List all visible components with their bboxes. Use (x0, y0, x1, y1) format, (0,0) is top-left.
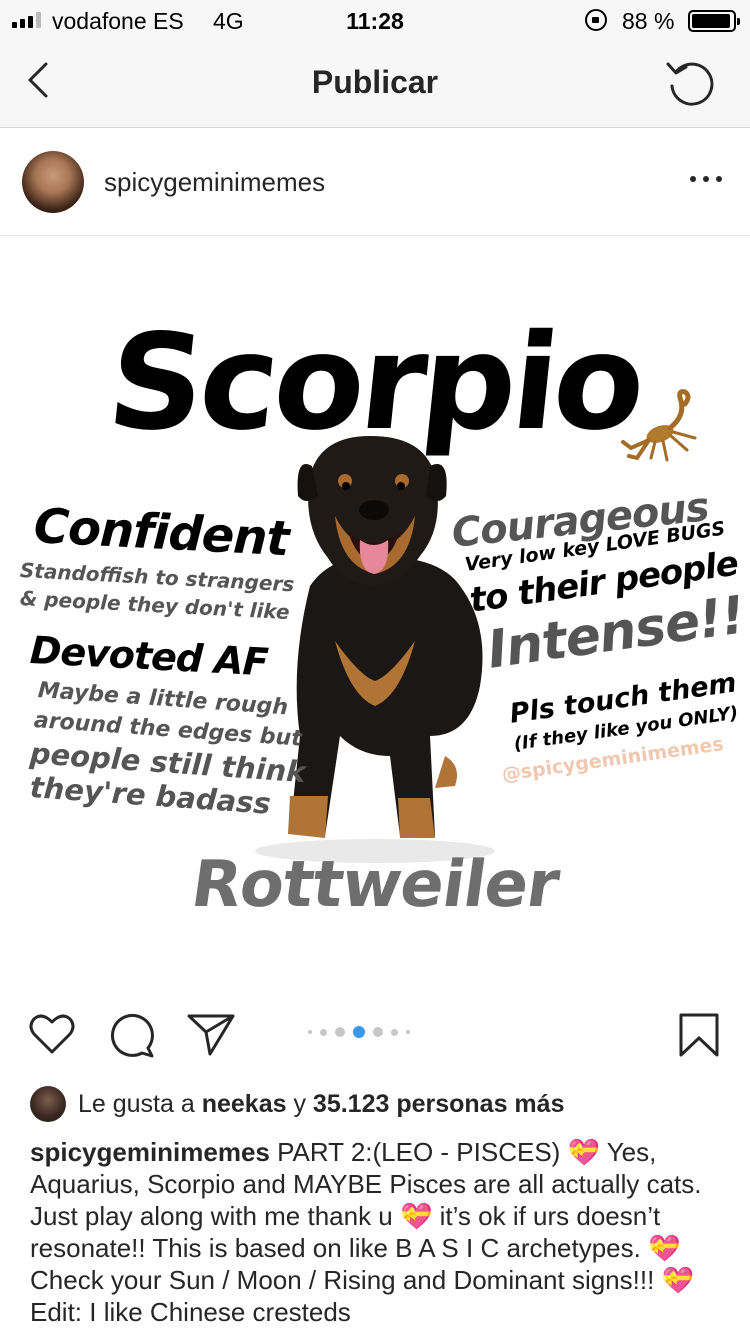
orientation-lock-icon (585, 9, 607, 31)
avatar[interactable] (22, 151, 84, 213)
navigation-bar: Publicar (0, 40, 750, 128)
trait-confident: Confident (32, 498, 290, 568)
carousel-dot (406, 1030, 410, 1034)
post-username[interactable]: spicygeminimemes (104, 167, 325, 198)
likes-text: Le gusta a neekas y 35.123 personas más (78, 1090, 564, 1119)
rottweiler-dog (255, 436, 495, 863)
battery-icon (688, 10, 740, 32)
likes-count[interactable]: 35.123 personas más (313, 1090, 565, 1118)
likes-prefix: Le gusta a (78, 1089, 195, 1118)
caption-username[interactable]: spicygeminimemes (30, 1137, 270, 1167)
carousel-dot-active (353, 1026, 365, 1038)
carousel-dot (320, 1028, 327, 1036)
trait-devoted: Devoted AF (28, 628, 269, 685)
carousel-indicator (308, 1026, 410, 1038)
post-actions (0, 986, 750, 1066)
image-breed: Rottweiler (186, 848, 564, 922)
scorpion-icon (621, 389, 697, 462)
post-caption: spicygeminimemes PART 2:(LEO - PISCES) 💝… (30, 1136, 730, 1328)
carousel-dot (308, 1030, 312, 1034)
likes-joiner: y (293, 1089, 306, 1118)
heart-gift-icon: 💝 (567, 1137, 600, 1167)
liker-avatar (30, 1086, 66, 1122)
carousel-dot (373, 1027, 383, 1037)
likes-row[interactable]: Le gusta a neekas y 35.123 personas más (30, 1084, 564, 1124)
more-horizontal-icon[interactable] (688, 167, 724, 191)
heart-gift-icon: 💝 (648, 1233, 681, 1263)
heart-icon[interactable] (28, 1012, 76, 1056)
comment-icon[interactable] (108, 1012, 156, 1058)
page-title: Publicar (311, 64, 439, 100)
bookmark-icon[interactable] (678, 1012, 720, 1058)
carousel-dot (391, 1028, 398, 1036)
refresh-icon[interactable] (664, 58, 720, 108)
caption-part1: PART 2:(LEO - PISCES) (277, 1137, 561, 1167)
liker-username[interactable]: neekas (202, 1090, 287, 1118)
battery-percent: 88 % (622, 8, 675, 34)
post-header: spicygeminimemes (0, 129, 750, 236)
status-bar: vodafone ES 4G 11:28 88 % (0, 0, 750, 40)
heart-gift-icon: 💝 (400, 1201, 433, 1231)
share-icon[interactable] (186, 1012, 236, 1056)
caption-part4: Check your Sun / Moon / Rising and Domin… (30, 1265, 655, 1295)
post-image[interactable]: Scorpio Rottweiler Confident Standoffish… (0, 236, 750, 986)
heart-gift-icon: 💝 (661, 1265, 694, 1295)
carousel-dot (335, 1027, 345, 1037)
caption-part5: Edit: I like Chinese cresteds (30, 1297, 351, 1327)
